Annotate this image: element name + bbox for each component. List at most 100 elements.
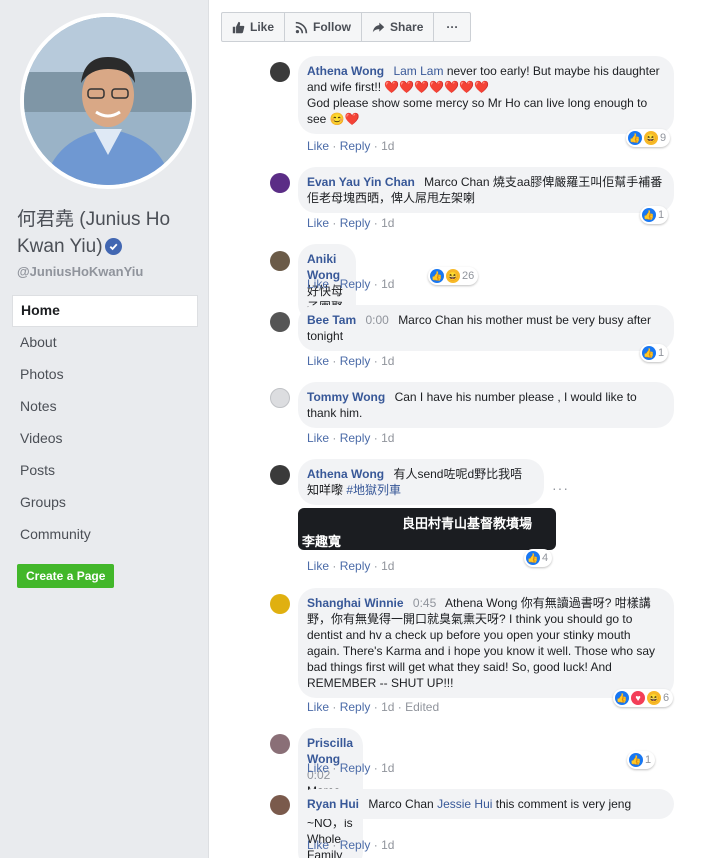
like-page-button[interactable]: Like xyxy=(222,13,286,41)
profile-picture[interactable] xyxy=(20,13,196,189)
page-nav: Home About Photos Notes Videos Posts Gro… xyxy=(12,295,198,551)
reaction-count[interactable]: 👍 4 xyxy=(524,549,553,567)
commenter-avatar[interactable] xyxy=(270,312,290,332)
nav-item-videos[interactable]: Videos xyxy=(12,423,198,455)
haha-reaction-icon: 😆 xyxy=(644,131,658,145)
comment-time[interactable]: 1d xyxy=(381,431,394,445)
reaction-count[interactable]: 👍 1 xyxy=(640,206,669,224)
comment-author[interactable]: Bee Tam xyxy=(307,313,356,327)
share-button[interactable]: Share xyxy=(362,13,435,41)
comment-reply-link[interactable]: Reply xyxy=(340,354,371,368)
comment-author[interactable]: Tommy Wong xyxy=(307,390,385,404)
comment-text-line2: God please show some mercy so Mr Ho can … xyxy=(307,96,648,126)
comment-time[interactable]: 1d xyxy=(381,838,394,852)
reaction-count[interactable]: 👍 1 xyxy=(627,751,656,769)
comment-like-link[interactable]: Like xyxy=(307,354,329,368)
comment-mention[interactable]: Jessie Hui xyxy=(437,797,492,811)
page-sidebar: 何君堯 (Junius Ho Kwan Yiu) @JuniusHoKwanYi… xyxy=(0,0,209,858)
commenter-avatar[interactable] xyxy=(270,795,290,815)
comment-like-link[interactable]: Like xyxy=(307,838,329,852)
comment-reply-link[interactable]: Reply xyxy=(340,139,371,153)
comment-author[interactable]: Ryan Hui xyxy=(307,797,359,811)
video-timestamp[interactable]: 0:00 xyxy=(365,313,388,327)
comment-like-link[interactable]: Like xyxy=(307,559,329,573)
comment-meta: Like · Reply · 1d xyxy=(307,559,395,573)
comment-time[interactable]: 1d xyxy=(381,216,394,230)
more-options-button[interactable]: ··· xyxy=(434,13,470,41)
comment-reply-link[interactable]: Reply xyxy=(340,277,371,291)
commenter-avatar[interactable] xyxy=(270,465,290,485)
follow-button[interactable]: Follow xyxy=(285,13,363,41)
comment-time[interactable]: 1d xyxy=(381,761,394,775)
reaction-count[interactable]: 👍 😆 26 xyxy=(428,267,479,285)
comment-like-link[interactable]: Like xyxy=(307,700,329,714)
like-reaction-icon: 👍 xyxy=(628,131,642,145)
comment-text: Marco Chan his mother must be very busy … xyxy=(307,313,651,343)
comment-bubble: Ryan Hui Marco Chan Jessie Hui this comm… xyxy=(298,789,674,819)
comment-meta: Like · Reply · 1d xyxy=(307,431,395,445)
nav-item-posts[interactable]: Posts xyxy=(12,455,198,487)
comment-author[interactable]: Shanghai Winnie xyxy=(307,596,404,610)
nav-item-about[interactable]: About xyxy=(12,327,198,359)
comment-meta: Like · Reply · 1d xyxy=(307,277,395,291)
hashtag-link[interactable]: #地獄列車 xyxy=(346,483,401,497)
commenter-avatar[interactable] xyxy=(270,173,290,193)
video-timestamp[interactable]: 0:45 xyxy=(413,596,436,610)
page-handle[interactable]: @JuniusHoKwanYiu xyxy=(17,264,143,279)
reaction-count[interactable]: 👍 😆 9 xyxy=(626,129,671,147)
comment-reply-link[interactable]: Reply xyxy=(340,761,371,775)
comment-bubble: Tommy Wong Can I have his number please … xyxy=(298,382,674,428)
love-reaction-icon: ♥ xyxy=(631,691,645,705)
nav-item-notes[interactable]: Notes xyxy=(12,391,198,423)
comment-options-icon[interactable]: ··· xyxy=(552,480,569,496)
comment-like-link[interactable]: Like xyxy=(307,431,329,445)
reaction-count[interactable]: 👍 ♥ 😆 6 xyxy=(613,689,674,707)
comment-like-link[interactable]: Like xyxy=(307,277,329,291)
comment-reply-link[interactable]: Reply xyxy=(340,559,371,573)
nav-item-home[interactable]: Home xyxy=(12,295,198,327)
comment-reply-link[interactable]: Reply xyxy=(340,431,371,445)
thumbs-up-icon xyxy=(232,21,245,33)
like-reaction-icon: 👍 xyxy=(526,551,540,565)
comment-image-attachment[interactable]: 良田村青山基督教墳場 李趣寬 xyxy=(298,508,556,550)
nav-item-community[interactable]: Community xyxy=(12,519,198,551)
comment-author[interactable]: Athena Wong xyxy=(307,467,384,481)
comment-time[interactable]: 1d xyxy=(381,559,394,573)
reaction-count[interactable]: 👍 1 xyxy=(640,344,669,362)
comment-bubble: Athena Wong 有人send咗呢d野比我唔知咩嚟 #地獄列車 xyxy=(298,459,544,505)
commenter-avatar[interactable] xyxy=(270,62,290,82)
create-page-button[interactable]: Create a Page xyxy=(17,564,115,588)
comment-time[interactable]: 1d xyxy=(381,354,394,368)
comment-like-link[interactable]: Like xyxy=(307,139,329,153)
comment-reply-link[interactable]: Reply xyxy=(340,216,371,230)
comment-bubble: Athena Wong Lam Lam never too early! But… xyxy=(298,56,674,134)
commenter-avatar[interactable] xyxy=(270,594,290,614)
comment-text: this comment is very jeng xyxy=(492,797,632,811)
comment-author[interactable]: Evan Yau Yin Chan xyxy=(307,175,415,189)
comment-time[interactable]: 1d xyxy=(381,700,394,714)
comment-reply-link[interactable]: Reply xyxy=(340,838,371,852)
like-reaction-icon: 👍 xyxy=(642,208,656,222)
commenter-avatar[interactable] xyxy=(270,734,290,754)
edited-label[interactable]: Edited xyxy=(405,700,439,714)
commenter-avatar[interactable] xyxy=(270,388,290,408)
comment-reply-link[interactable]: Reply xyxy=(340,700,371,714)
comment-like-link[interactable]: Like xyxy=(307,216,329,230)
nav-item-groups[interactable]: Groups xyxy=(12,487,198,519)
comment-meta: Like · Reply · 1d xyxy=(307,838,395,852)
commenter-avatar[interactable] xyxy=(270,251,290,271)
comment-time[interactable]: 1d xyxy=(381,139,394,153)
comment-bubble: Evan Yau Yin Chan Marco Chan 燒支aa膠俾嚴羅王叫佢… xyxy=(298,167,674,213)
nav-item-photos[interactable]: Photos xyxy=(12,359,198,391)
comment-bubble: Bee Tam 0:00 Marco Chan his mother must … xyxy=(298,305,674,351)
comment-like-link[interactable]: Like xyxy=(307,761,329,775)
page-title[interactable]: 何君堯 (Junius Ho Kwan Yiu) xyxy=(17,206,202,260)
comment-meta: Like · Reply · 1d xyxy=(307,761,395,775)
comment-mention[interactable]: Lam Lam xyxy=(393,64,443,78)
comment-text: Athena Wong 你有無讀過書呀? 咁樣講野，你有無覺得一開口就臭氣熏天呀… xyxy=(307,596,656,690)
comment-time[interactable]: 1d xyxy=(381,277,394,291)
comment-meta: Like · Reply · 1d xyxy=(307,216,395,230)
comment-text: Marco Chan xyxy=(368,797,438,811)
haha-reaction-icon: 😆 xyxy=(446,269,460,283)
comment-author[interactable]: Athena Wong xyxy=(307,64,384,78)
